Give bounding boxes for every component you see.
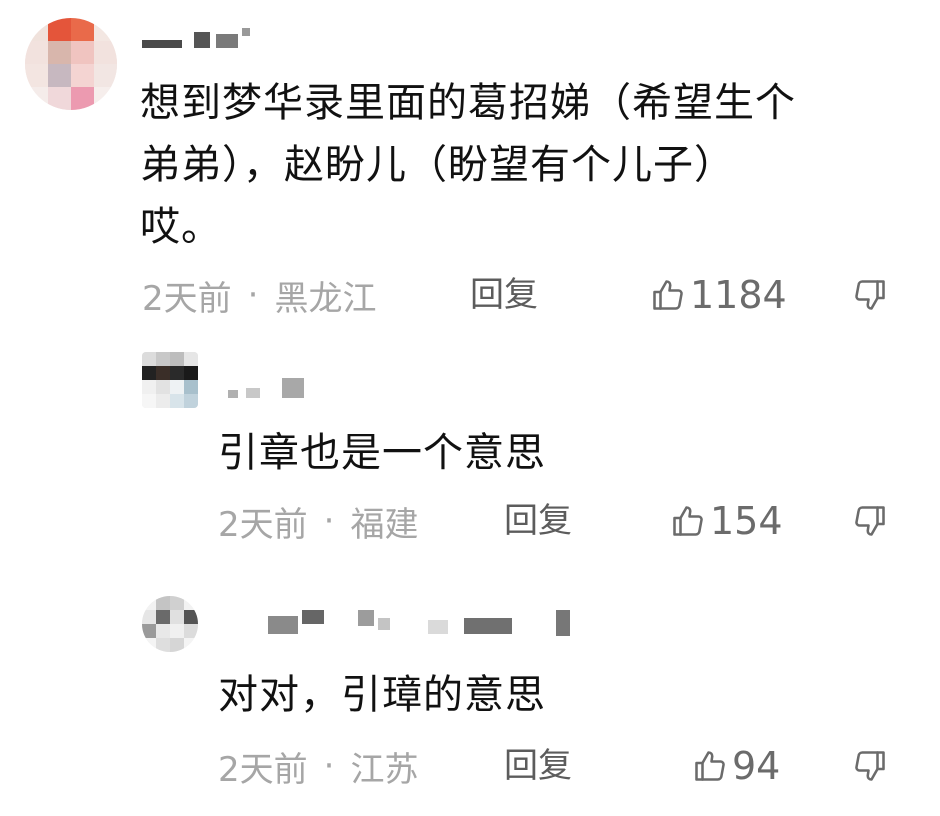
comment-location: 黑龙江	[274, 278, 377, 319]
comment-text: 对对，引璋的意思	[218, 672, 546, 718]
comment-time: 2天前	[218, 749, 308, 790]
like-count: 94	[732, 744, 781, 788]
comment-time: 2天前	[218, 504, 308, 545]
like-button[interactable]: 1184	[650, 272, 787, 318]
thumbs-up-icon	[653, 280, 683, 310]
comment-1: 想到梦华录里面的葛招娣（希望生个 弟弟），赵盼儿（盼望有个儿子） 哎。 2天前 …	[0, 0, 940, 330]
meta-separator: ·	[247, 275, 259, 315]
comment-3: 对对，引璋的意思 2天前 · 江苏 回复 94	[0, 580, 940, 816]
comment-meta: 2天前 · 江苏	[218, 743, 419, 790]
comment-time: 2天前	[142, 278, 232, 319]
username-redacted[interactable]	[222, 378, 312, 400]
meta-separator: ·	[323, 501, 335, 541]
username-redacted[interactable]	[268, 610, 588, 636]
like-count: 1184	[690, 273, 787, 317]
comment-text: 想到梦华录里面的葛招娣（希望生个 弟弟），赵盼儿（盼望有个儿子） 哎。	[140, 80, 796, 250]
avatar[interactable]	[142, 352, 198, 408]
dislike-button[interactable]	[850, 272, 890, 318]
thumbs-down-icon	[855, 280, 885, 310]
comment-text: 引章也是一个意思	[218, 430, 546, 476]
thumbs-down-icon	[855, 506, 885, 536]
dislike-button[interactable]	[850, 498, 890, 544]
reply-button[interactable]: 回复	[504, 743, 572, 789]
comment-2: 引章也是一个意思 2天前 · 福建 回复 154	[0, 330, 940, 580]
like-button[interactable]: 154	[670, 498, 783, 544]
comment-meta: 2天前 · 黑龙江	[142, 272, 377, 319]
avatar[interactable]	[25, 18, 117, 110]
comment-location: 福建	[350, 504, 419, 545]
comment-location: 江苏	[350, 749, 419, 790]
like-count: 154	[710, 499, 783, 543]
username-redacted[interactable]	[142, 28, 252, 50]
comment-meta: 2天前 · 福建	[218, 498, 419, 545]
reply-button[interactable]: 回复	[470, 272, 538, 318]
avatar[interactable]	[142, 596, 198, 652]
thumbs-up-icon	[695, 751, 725, 781]
reply-button[interactable]: 回复	[504, 498, 572, 544]
like-button[interactable]: 94	[692, 743, 780, 789]
thumbs-down-icon	[855, 751, 885, 781]
thumbs-up-icon	[673, 506, 703, 536]
meta-separator: ·	[323, 746, 335, 786]
dislike-button[interactable]	[850, 743, 890, 789]
